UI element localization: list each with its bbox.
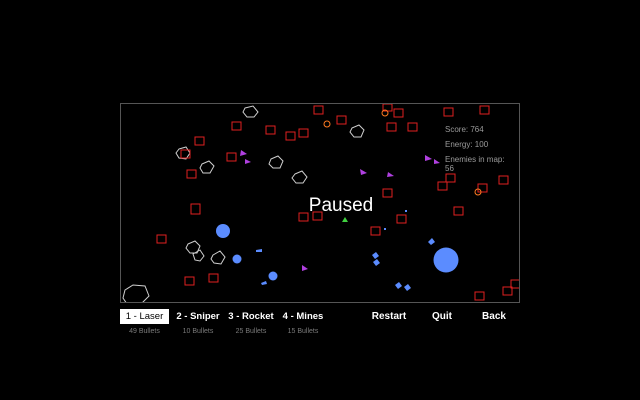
weapon-mines-button[interactable]: 4 - Mines [280,309,326,324]
blue-orb [232,254,242,264]
asteroid [268,155,284,169]
weapon-sniper-ammo: 10 Bullets [182,328,214,335]
enemy-box [453,206,464,216]
enemy-box [474,291,485,301]
blue-star [372,252,379,259]
enemy-box [498,175,509,185]
enemy-box [443,107,454,117]
paused-overlay-text: Paused [308,195,374,216]
enemies-count-label: Enemies in map: 56 [445,155,505,173]
blue-star [373,259,380,266]
asteroid [122,284,150,302]
enemy-box [156,234,167,244]
player-ship [342,217,348,222]
quit-button[interactable]: Quit [426,309,458,324]
enemy-box [477,183,488,193]
mine [323,120,331,128]
asteroid [192,249,205,262]
blue-star [428,238,435,245]
asteroid [349,124,365,138]
enemy-box [231,121,242,131]
arrow-enemy [360,169,367,175]
score-label: Score: 764 [445,125,484,134]
enemy-box [285,131,296,141]
enemy-box [186,169,197,179]
enemy-box [298,128,309,138]
enemy-box [437,181,448,191]
arrow-enemy [240,150,247,156]
enemy-box [194,136,205,146]
game-playfield[interactable]: Score: 764 Energy: 100 Enemies in map: 5… [120,103,520,303]
mines [323,109,482,196]
blue-orb [216,224,230,238]
arrow-enemy [434,159,440,164]
enemy-box [393,108,404,118]
weapon-sniper-button[interactable]: 2 - Sniper [174,309,222,324]
enemy-box [313,105,324,115]
asteroid [175,146,191,160]
arrow-enemy [425,155,432,161]
blue-star [395,282,402,289]
game-screen: Score: 764 Energy: 100 Enemies in map: 5… [0,0,640,400]
blue-dash [261,281,267,285]
restart-button[interactable]: Restart [366,309,412,324]
blue-units [216,210,459,291]
asteroid [199,160,215,174]
enemy-box [265,125,276,135]
back-button[interactable]: Back [476,309,512,324]
blue-orb [268,271,278,281]
weapon-rocket-button[interactable]: 3 - Rocket [226,309,276,324]
blue-orb-large [433,247,459,273]
enemy-box [386,122,397,132]
enemy-box [226,152,237,162]
energy-label: Energy: 100 [445,140,489,149]
weapon-rocket-ammo: 25 Bullets [235,328,267,335]
weapon-laser-button[interactable]: 1 - Laser [120,309,169,324]
enemy-box [208,273,219,283]
enemy-box [407,122,418,132]
asteroid [210,250,226,265]
enemy-box [370,226,381,236]
weapon-mines-ammo: 15 Bullets [287,328,319,335]
arrow-enemy [302,265,308,271]
arrow-enemy [245,159,251,164]
enemy-box [336,115,347,125]
enemy-box [479,105,490,115]
blue-dash [256,249,262,252]
weapon-laser-ammo: 49 Bullets [129,328,160,335]
arrow-enemy [387,172,394,177]
asteroid [291,170,308,184]
blue-dot [384,228,386,230]
enemy-box [184,276,195,286]
blue-star [404,284,411,291]
enemy-box [190,203,201,215]
enemy-box [445,173,456,183]
asteroid [242,105,259,118]
